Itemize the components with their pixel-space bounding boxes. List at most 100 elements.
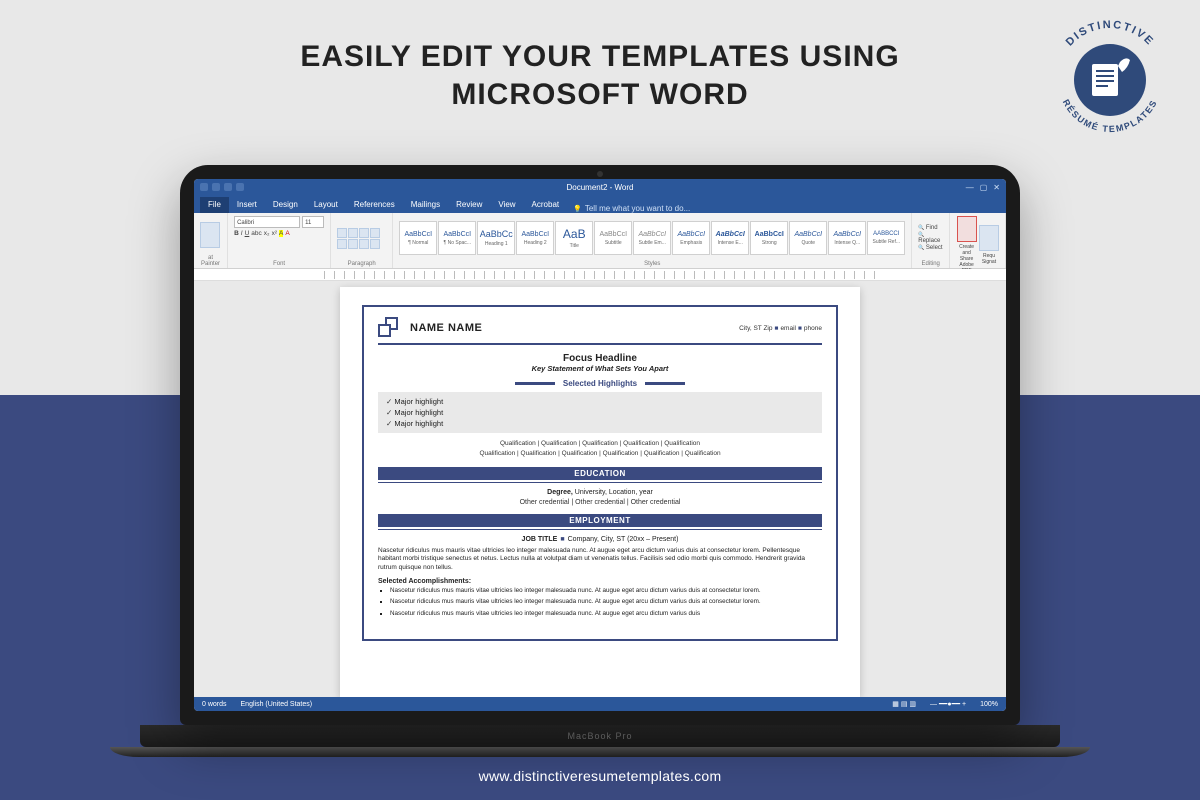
view-buttons[interactable]: ▦ ▤ ▥ <box>892 700 916 708</box>
highlights-box[interactable]: Major highlight Major highlight Major hi… <box>378 392 822 433</box>
headline-line2: MICROSOFT WORD <box>0 76 1200 114</box>
job-line[interactable]: JOB TITLE■Company, City, ST (20xx – Pres… <box>378 536 822 543</box>
sub-button[interactable]: x₂ <box>264 230 270 237</box>
document-area[interactable]: NAME NAME City, ST Zip■email■phone Focus… <box>194 281 1006 697</box>
quals-line2: Qualification | Qualification | Qualific… <box>378 449 822 459</box>
highlight-item[interactable]: Major highlight <box>386 418 814 429</box>
strike-button[interactable]: abc <box>251 230 261 237</box>
style-intenseq[interactable]: AaBbCcIIntense Q... <box>828 221 866 255</box>
employment-heading: EMPLOYMENT <box>378 514 822 527</box>
page-frame: NAME NAME City, ST Zip■email■phone Focus… <box>362 305 838 641</box>
highlight-item[interactable]: Major highlight <box>386 407 814 418</box>
paragraph-buttons[interactable] <box>337 228 380 249</box>
divider <box>378 529 822 530</box>
sup-button[interactable]: x² <box>272 230 277 237</box>
font-size-combo[interactable]: 11 <box>302 216 324 228</box>
qualifications[interactable]: Qualification | Qualification | Qualific… <box>378 439 822 459</box>
group-editing-label: Editing <box>918 260 943 267</box>
group-styles: AaBbCcI¶ Normal AaBbCcI¶ No Spac... AaBb… <box>393 213 912 268</box>
style-strong[interactable]: AaBbCcIStrong <box>750 221 788 255</box>
tab-mailings[interactable]: Mailings <box>403 197 448 213</box>
degree-rest: University, Location, year <box>573 489 653 496</box>
highlight-item[interactable]: Major highlight <box>386 396 814 407</box>
styles-gallery[interactable]: AaBbCcI¶ Normal AaBbCcI¶ No Spac... AaBb… <box>399 221 905 255</box>
fontcolor-button[interactable]: A <box>285 230 289 237</box>
replace-button[interactable]: Replace <box>918 232 943 244</box>
education-block[interactable]: Degree, University, Location, year Other… <box>378 489 822 506</box>
style-normal[interactable]: AaBbCcI¶ Normal <box>399 221 437 255</box>
sign-icon <box>979 225 999 251</box>
tab-view[interactable]: View <box>490 197 523 213</box>
divider <box>378 482 822 483</box>
status-lang[interactable]: English (United States) <box>241 701 313 708</box>
resume-logo-icon <box>378 317 400 339</box>
bold-button[interactable]: B <box>234 230 239 237</box>
contact-city: City, ST Zip <box>739 325 772 332</box>
word-titlebar: Document2 - Word —▢✕ <box>194 179 1006 195</box>
minimize-icon[interactable]: — <box>966 183 974 192</box>
tab-references[interactable]: References <box>346 197 403 213</box>
laptop-mockup: Document2 - Word —▢✕ File Insert Design … <box>180 165 1020 757</box>
qat-icons[interactable] <box>200 183 244 191</box>
tab-acrobat[interactable]: Acrobat <box>524 197 568 213</box>
underline-button[interactable]: U <box>245 230 250 237</box>
camera-dot <box>597 171 603 177</box>
find-button[interactable]: Find <box>918 225 943 231</box>
headline-line1: EASILY EDIT YOUR TEMPLATES USING <box>300 40 899 73</box>
style-nospacing[interactable]: AaBbCcI¶ No Spac... <box>438 221 476 255</box>
word-statusbar: 0 words English (United States) ▦ ▤ ▥ — … <box>194 697 1006 711</box>
job-paragraph[interactable]: Nascetur ridiculus mus mauris vitae ultr… <box>378 547 822 573</box>
style-subtleref[interactable]: AABBCCISubtle Ref... <box>867 221 905 255</box>
style-subtitle[interactable]: AaBbCcISubtitle <box>594 221 632 255</box>
laptop-hinge: MacBook Pro <box>140 725 1060 747</box>
group-font: Calibri 11 B I U abc x₂ x² A <box>228 213 331 268</box>
style-heading1[interactable]: AaBbCcHeading 1 <box>477 221 515 255</box>
focus-headline[interactable]: Focus Headline <box>378 353 822 364</box>
maximize-icon[interactable]: ▢ <box>980 183 988 192</box>
ruler[interactable] <box>194 269 1006 281</box>
pdf-icon <box>957 216 977 242</box>
accomplishments-list[interactable]: Nascetur ridiculus mus mauris vitae ultr… <box>378 587 822 619</box>
bullet-item[interactable]: Nascetur ridiculus mus mauris vitae ultr… <box>390 587 822 596</box>
style-title[interactable]: AaBTitle <box>555 221 593 255</box>
select-button[interactable]: Select <box>918 245 943 251</box>
group-editing: Find Replace Select Editing <box>912 213 950 268</box>
tab-insert[interactable]: Insert <box>229 197 265 213</box>
style-intenseem[interactable]: AaBbCcIIntense E... <box>711 221 749 255</box>
bullet-item[interactable]: Nascetur ridiculus mus mauris vitae ultr… <box>390 598 822 607</box>
style-quote[interactable]: AaBbCcIQuote <box>789 221 827 255</box>
group-clipboard-label: at Painter <box>200 254 221 267</box>
resume-header: NAME NAME City, ST Zip■email■phone <box>378 317 822 345</box>
key-statement[interactable]: Key Statement of What Sets You Apart <box>378 364 822 373</box>
font-name-combo[interactable]: Calibri <box>234 216 300 228</box>
laptop-bezel: Document2 - Word —▢✕ File Insert Design … <box>180 165 1020 725</box>
style-subtleem[interactable]: AaBbCcISubtle Em... <box>633 221 671 255</box>
group-paragraph-label: Paragraph <box>337 260 386 267</box>
paste-icon[interactable] <box>200 222 220 248</box>
highlight-button[interactable]: A <box>279 230 283 237</box>
ribbon-tabs: File Insert Design Layout References Mai… <box>194 195 1006 213</box>
resume-name[interactable]: NAME NAME <box>410 322 482 334</box>
job-title: JOB TITLE <box>522 536 558 543</box>
tab-layout[interactable]: Layout <box>306 197 346 213</box>
zoom-label[interactable]: 100% <box>980 701 998 708</box>
tab-review[interactable]: Review <box>448 197 490 213</box>
style-emphasis[interactable]: AaBbCcIEmphasis <box>672 221 710 255</box>
resume-contact[interactable]: City, ST Zip■email■phone <box>739 325 822 332</box>
tab-design[interactable]: Design <box>265 197 306 213</box>
quals-line1: Qualification | Qualification | Qualific… <box>378 439 822 449</box>
promo-canvas: EASILY EDIT YOUR TEMPLATES USING MICROSO… <box>0 0 1200 800</box>
style-heading2[interactable]: AaBbCcIHeading 2 <box>516 221 554 255</box>
close-icon[interactable]: ✕ <box>993 183 1000 192</box>
tellme-search[interactable]: Tell me what you want to do... <box>573 204 690 213</box>
tab-file[interactable]: File <box>200 197 229 213</box>
zoom-slider[interactable]: — ━━●━━ + <box>930 700 966 708</box>
adobe-create-button[interactable]: Create and Share Adobe PDF <box>956 216 977 274</box>
bullet-item[interactable]: Nascetur ridiculus mus mauris vitae ultr… <box>390 610 822 619</box>
group-styles-label: Styles <box>399 260 905 267</box>
adobe-sign-button[interactable]: Requ Signat <box>979 225 999 265</box>
page[interactable]: NAME NAME City, ST Zip■email■phone Focus… <box>340 287 860 697</box>
status-words[interactable]: 0 words <box>202 701 227 708</box>
italic-button[interactable]: I <box>241 230 243 237</box>
window-controls[interactable]: — ▢ ✕ <box>966 183 1000 192</box>
